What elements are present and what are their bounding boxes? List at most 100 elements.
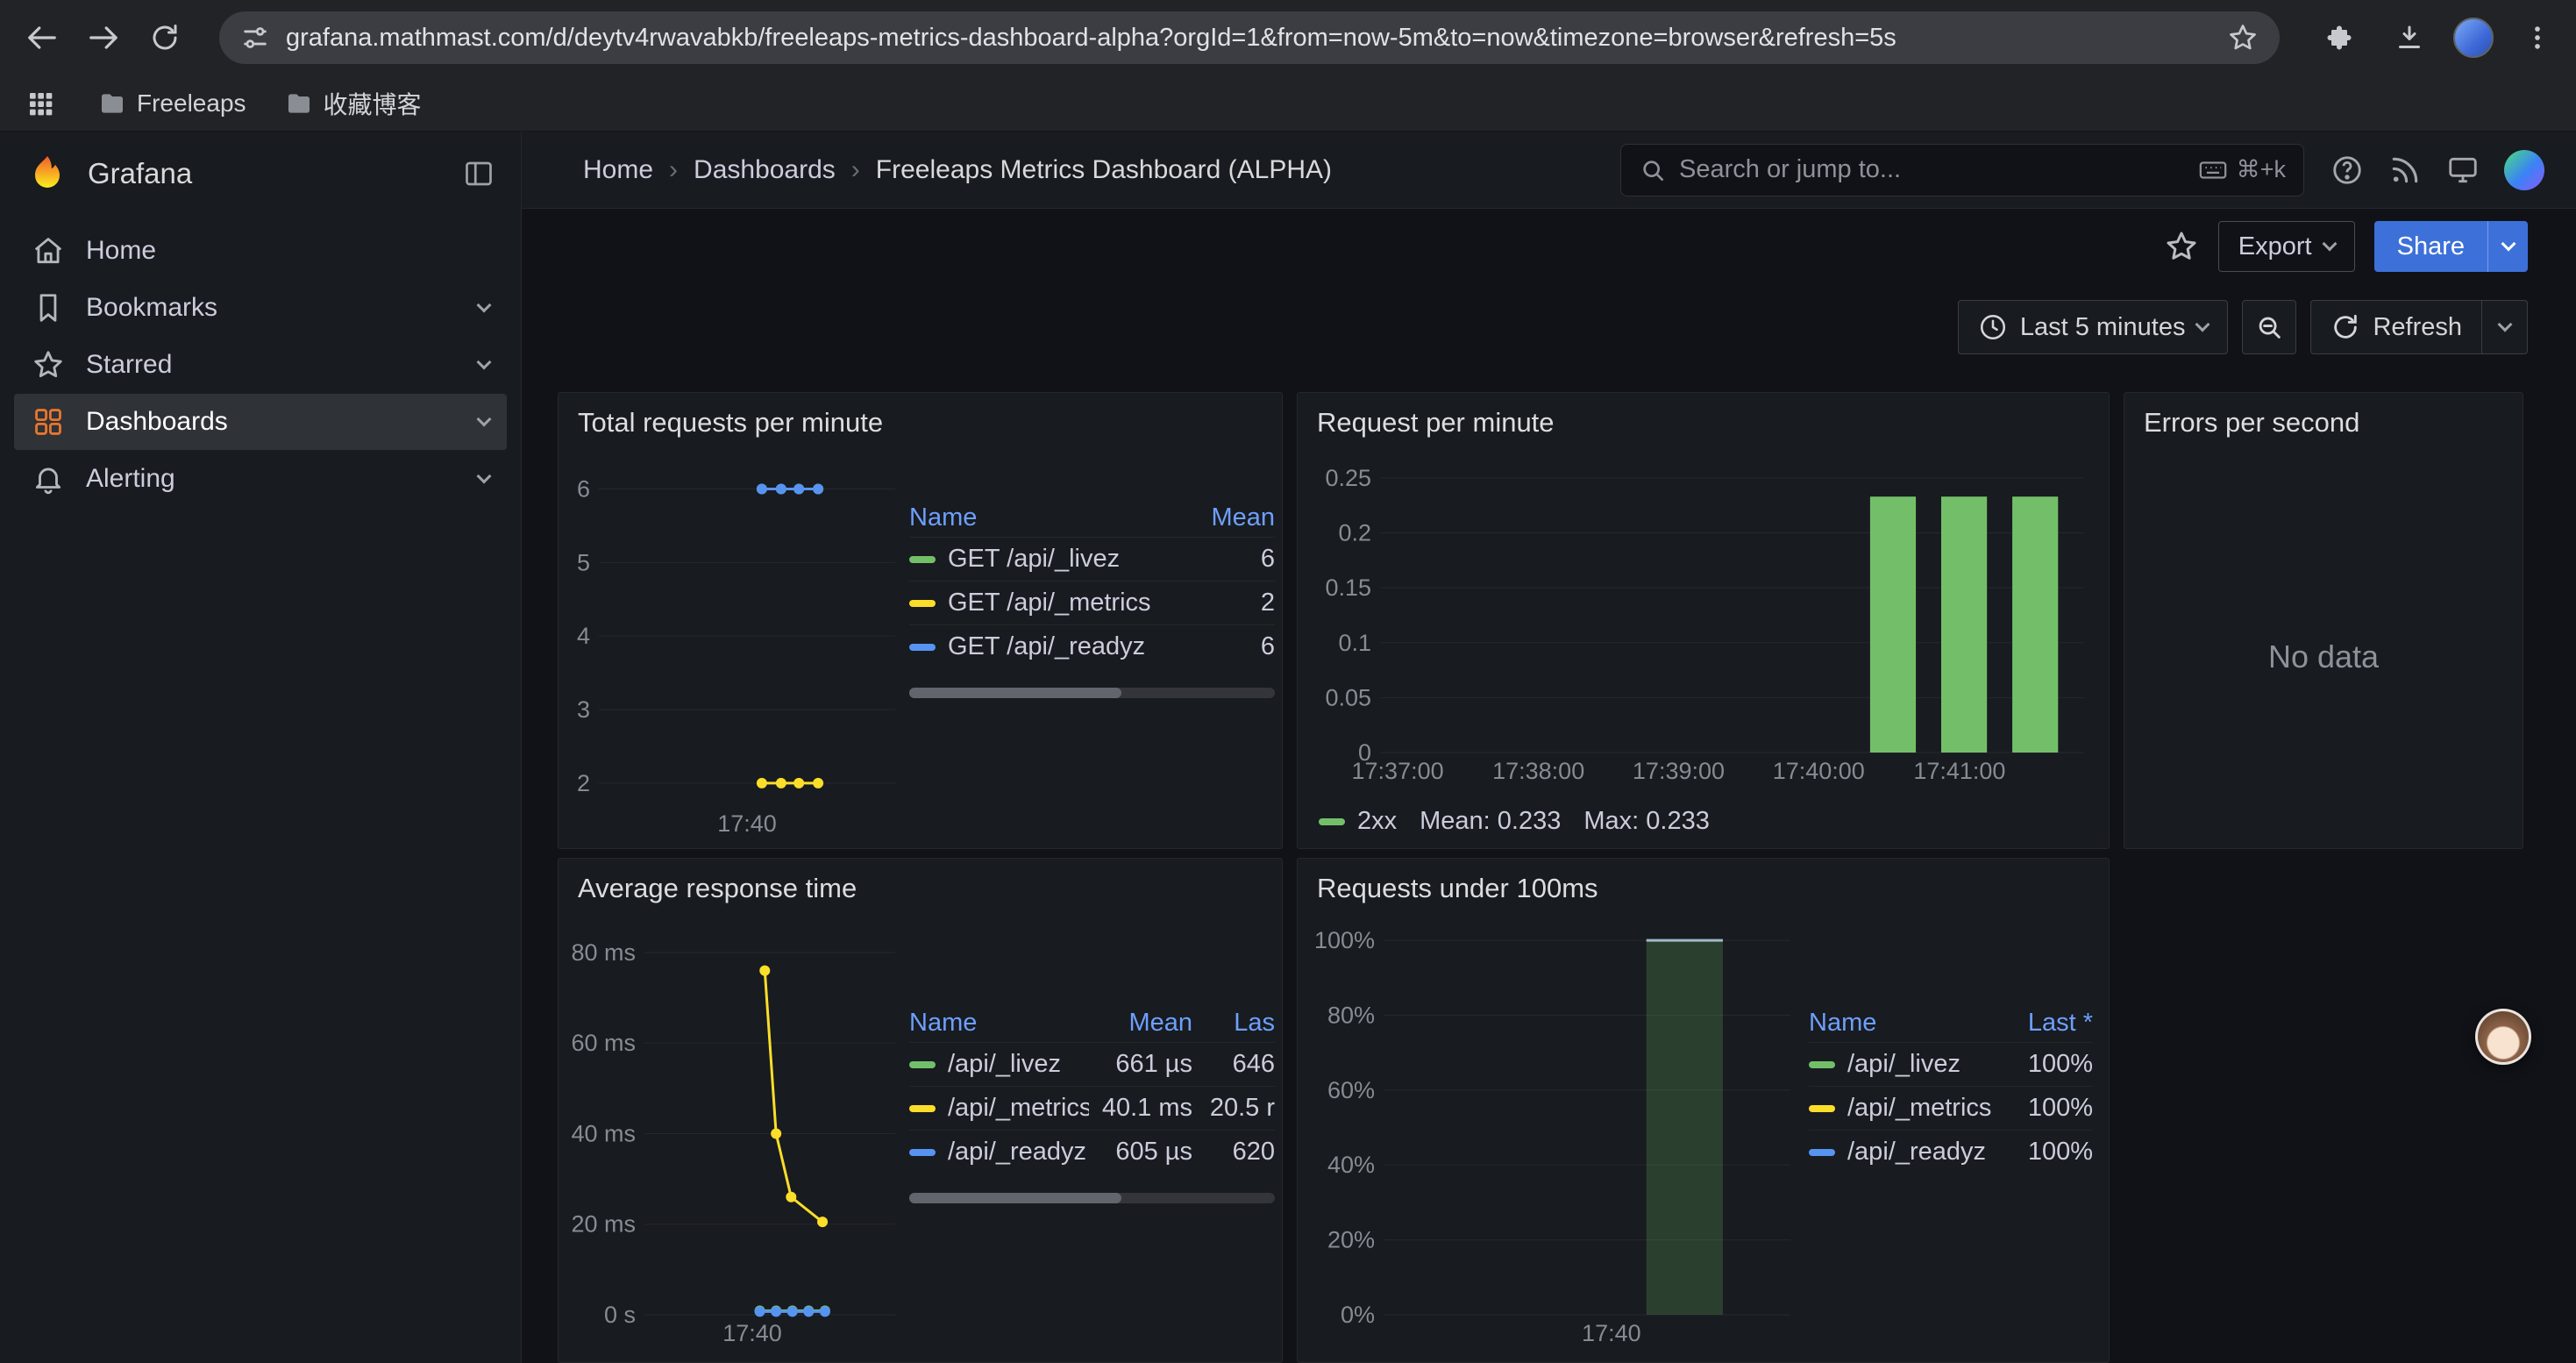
reload-button[interactable] [139,11,191,64]
user-avatar[interactable] [2504,150,2544,190]
address-bar[interactable] [219,11,2280,64]
series-name: GET /api/_livez [948,545,1120,574]
breadcrumb-dashboards[interactable]: Dashboards [694,155,836,185]
extensions-button[interactable] [2313,11,2366,64]
assistant-avatar-widget[interactable] [2475,1009,2531,1065]
breadcrumb-home[interactable]: Home [583,155,653,185]
panel-errors-per-second: Errors per second No data [2124,392,2523,849]
panel-title[interactable]: Total requests per minute [559,393,1282,439]
request-per-minute-chart[interactable]: 00.050.10.150.20.2517:37:0017:38:0017:39… [1303,449,2096,782]
downloads-button[interactable] [2383,11,2436,64]
legend-header-mean[interactable]: Mean [1196,503,1275,532]
page-header: Home › Dashboards › Freeleaps Metrics Da… [522,132,2576,209]
sidebar-item-bookmarks[interactable]: Bookmarks [14,280,507,336]
legend-header-last[interactable]: Last * [2005,1009,2093,1038]
legend-row: /api/_metrics 100% [1809,1086,2093,1130]
series-name: /api/_livez [948,1050,1061,1079]
total-requests-chart[interactable]: 2345617:40 [564,449,906,835]
panel-title[interactable]: Request per minute [1298,393,2109,439]
svg-text:40%: 40% [1327,1152,1375,1178]
refresh-button-group: Refresh [2310,300,2528,354]
bookmark-folder-freeleaps[interactable]: Freeleaps [98,89,246,118]
panel-requests-under-100ms: Requests under 100ms 0%20%40%60%80%100%1… [1297,858,2110,1363]
legend-header-last[interactable]: Las [1199,1009,1275,1038]
sidebar-item-alerting[interactable]: Alerting [14,451,507,507]
series-swatch [1809,1105,1835,1112]
series-swatch [909,644,936,651]
share-dropdown-button[interactable] [2487,221,2528,272]
news-rss-icon[interactable] [2388,153,2422,187]
svg-text:17:41:00: 17:41:00 [1913,758,2005,782]
svg-text:17:40: 17:40 [722,1320,782,1345]
svg-text:80 ms: 80 ms [571,939,636,966]
chevron-down-icon[interactable] [477,469,492,484]
search-input[interactable] [1679,155,2198,184]
bookmark-star-icon[interactable] [2227,22,2259,54]
url-input[interactable] [286,24,2227,53]
series-mean: 2 [1196,589,1275,617]
apps-grid-button[interactable] [21,84,60,123]
site-settings-icon[interactable] [240,23,270,53]
favorite-star-icon[interactable] [2164,229,2199,264]
svg-text:40 ms: 40 ms [571,1120,636,1146]
series-name: /api/_readyz [1847,1138,1986,1167]
chevron-down-icon[interactable] [477,412,492,427]
average-response-time-chart[interactable]: 0 s20 ms40 ms60 ms80 ms17:40 [564,915,906,1345]
clock-icon [1978,312,2008,342]
series-name: 2xx [1357,807,1397,836]
dock-menu-icon[interactable] [463,158,495,189]
dashboard-actions: Export Share [2164,219,2528,274]
sidebar: Grafana Home Bookmarks Starred Dashboard… [0,132,522,1363]
grafana-logo[interactable] [26,153,68,195]
scrollbar-thumb[interactable] [909,1193,1121,1203]
refresh-button[interactable]: Refresh [2310,300,2482,354]
chevron-down-icon[interactable] [477,298,492,313]
panel-title[interactable]: Average response time [559,859,1282,904]
panel-title[interactable]: Requests under 100ms [1298,859,2109,904]
sidebar-item-label: Alerting [86,464,175,494]
dashboards-grid-icon [32,405,65,439]
svg-text:60%: 60% [1327,1077,1375,1103]
browser-profile-avatar[interactable] [2453,18,2494,58]
sidebar-item-dashboards[interactable]: Dashboards [14,394,507,450]
legend-header-mean[interactable]: Mean [1096,1009,1192,1038]
series-swatch [909,1149,936,1156]
legend-row: /api/_readyz 605 µs 620 [909,1130,1275,1174]
svg-text:20 ms: 20 ms [571,1211,636,1238]
series-last: 646 [1199,1050,1275,1079]
svg-text:0.05: 0.05 [1325,684,1371,710]
bookmark-folder-blogs[interactable]: 收藏博客 [285,86,422,121]
search-icon [1639,156,1667,184]
sidebar-item-starred[interactable]: Starred [14,337,507,393]
requests-under-100ms-chart[interactable]: 0%20%40%60%80%100%17:40 [1303,915,1803,1345]
zoom-out-icon [2254,312,2284,342]
export-button[interactable]: Export [2218,221,2355,272]
panel-title[interactable]: Errors per second [2124,393,2523,439]
share-button-group: Share [2374,221,2528,272]
time-range-picker[interactable]: Last 5 minutes [1958,300,2229,354]
legend-header-name[interactable]: Name [1809,1009,1998,1038]
folder-icon [98,89,126,118]
chevron-down-icon[interactable] [477,355,492,370]
series-last: 620 [1199,1138,1275,1167]
reload-icon [149,22,181,54]
scrollbar-thumb[interactable] [909,688,1121,698]
back-button[interactable] [16,11,68,64]
svg-text:20%: 20% [1327,1227,1375,1253]
forward-button[interactable] [77,11,130,64]
legend-header-name[interactable]: Name [909,1009,1089,1038]
share-button[interactable]: Share [2374,221,2487,272]
svg-text:0.15: 0.15 [1325,574,1371,601]
legend-scrollbar [909,1193,1275,1203]
browser-menu-button[interactable] [2511,11,2564,64]
legend-header-name[interactable]: Name [909,503,1189,532]
monitor-icon[interactable] [2446,153,2480,187]
help-icon[interactable] [2330,153,2364,187]
series-swatch [909,600,936,607]
zoom-out-button[interactable] [2242,300,2296,354]
sidebar-item-home[interactable]: Home [14,223,507,279]
search-bar[interactable]: ⌘+k [1620,144,2304,196]
refresh-interval-dropdown[interactable] [2482,300,2528,354]
legend-row: /api/_metrics 40.1 ms 20.5 r [909,1086,1275,1130]
bell-icon [32,462,65,496]
